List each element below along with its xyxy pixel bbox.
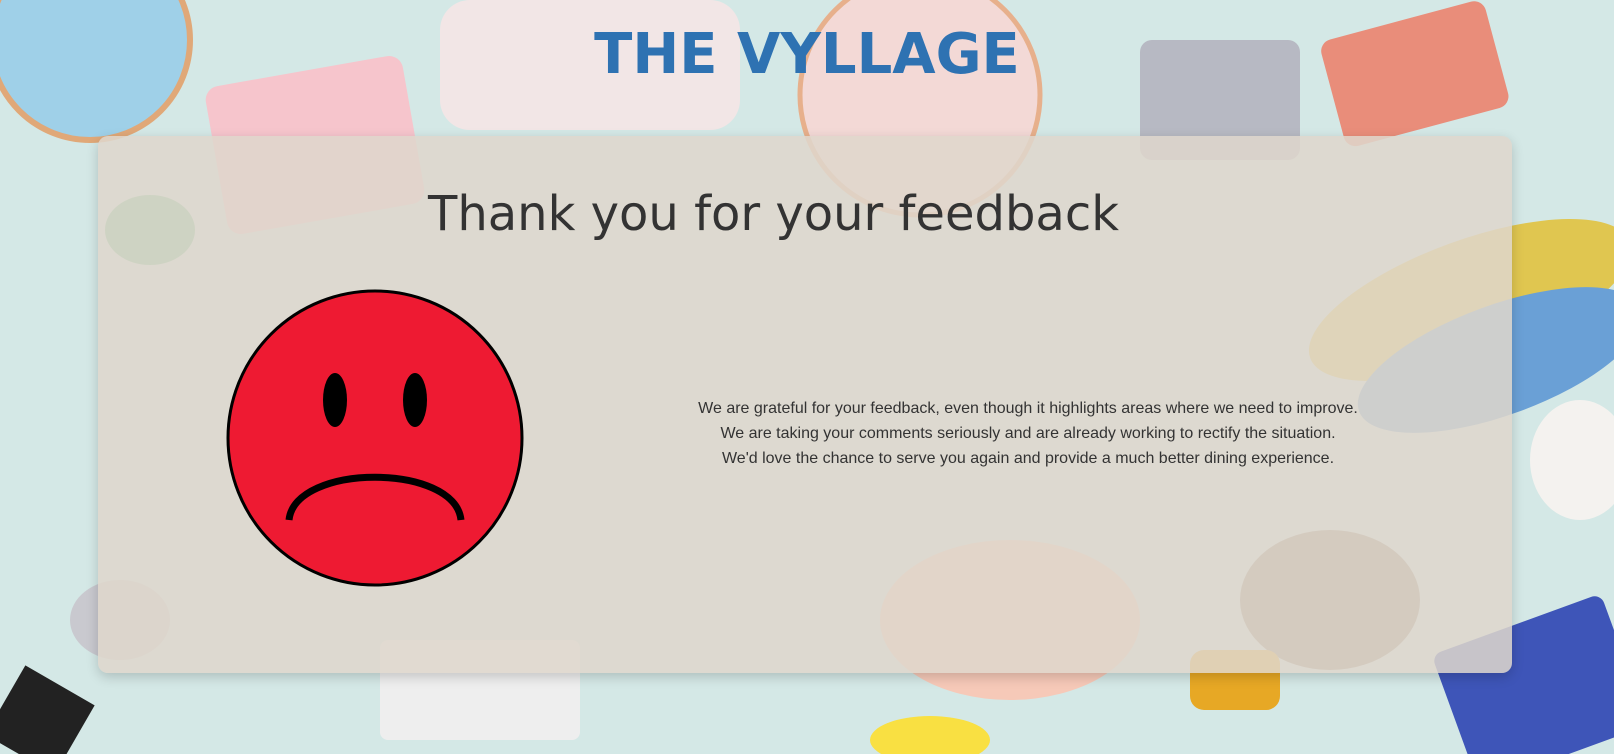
message-line: We are taking your comments seriously an… [720,425,1336,442]
message-line: We are grateful for your feedback, even … [698,400,1358,417]
feedback-message: We are grateful for your feedback, even … [658,396,1398,471]
feedback-card: Thank you for your feedback We are grate… [98,136,1512,673]
page-heading: Thank you for your feedback [428,186,1120,242]
site-title: THE VYLLAGE [594,22,1020,87]
sad-face-icon [226,289,524,587]
message-line: We'd love the chance to serve you again … [721,450,1335,467]
